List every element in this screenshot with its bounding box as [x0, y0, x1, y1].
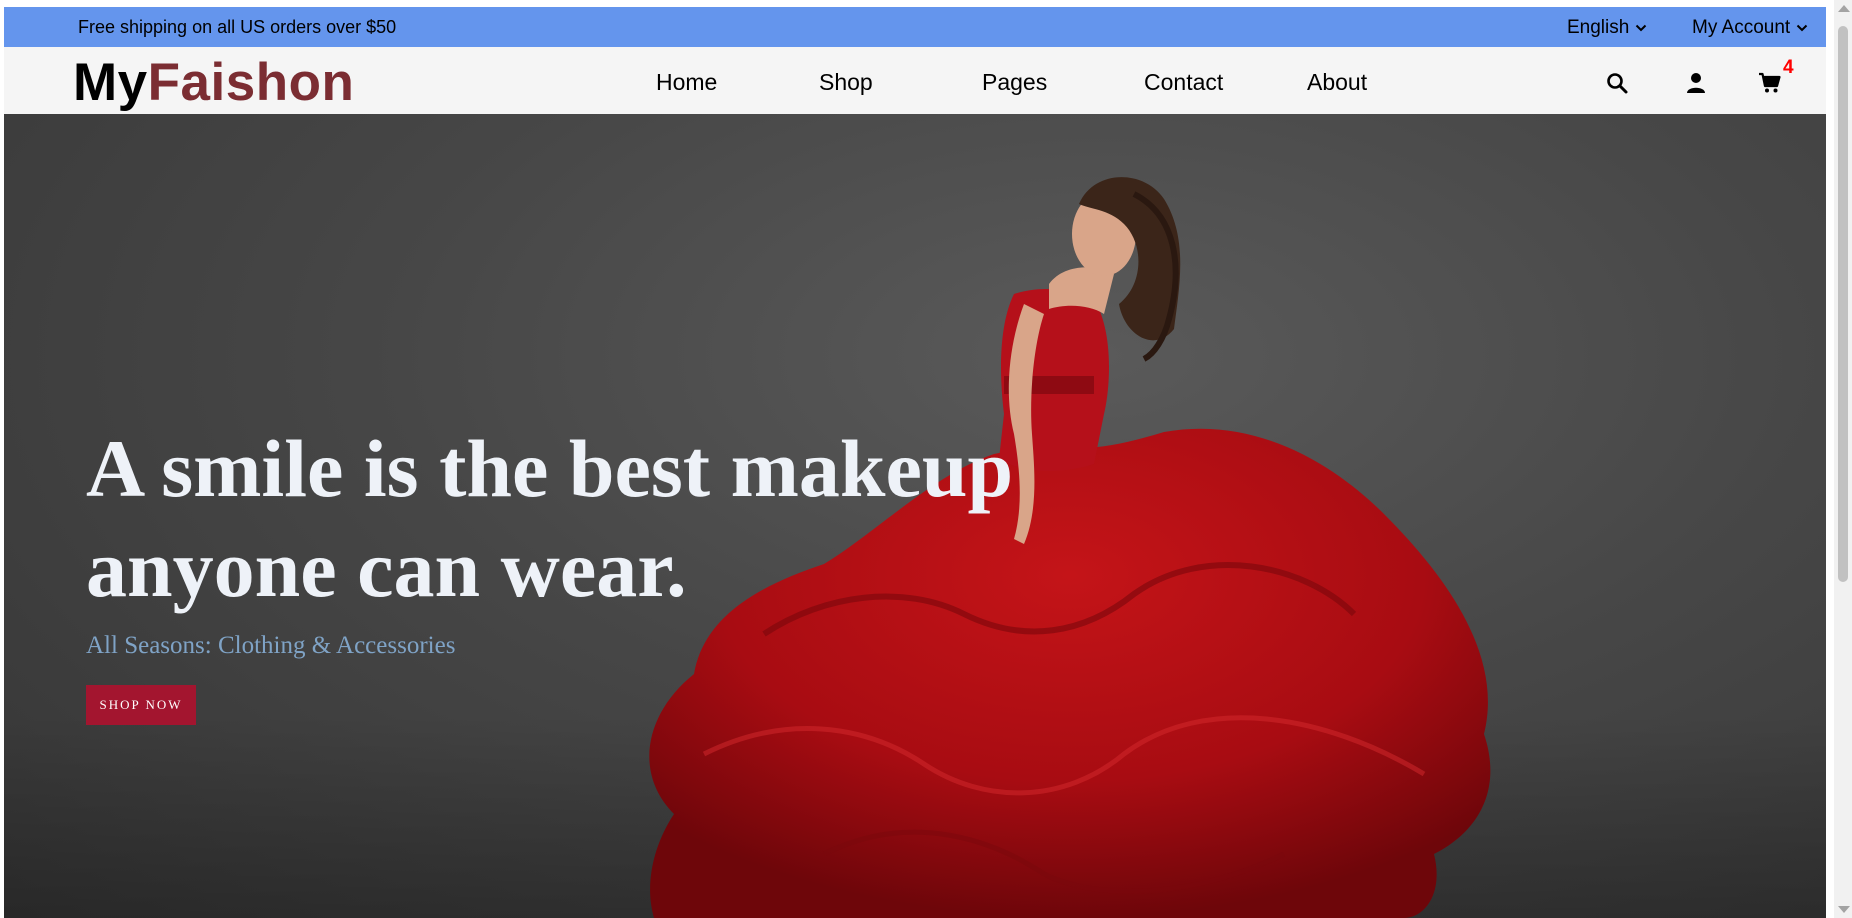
account-label: My Account [1692, 17, 1791, 38]
cart-icon[interactable] [1758, 71, 1782, 95]
nav-about[interactable]: About [1307, 69, 1367, 96]
user-icon[interactable] [1684, 71, 1708, 95]
search-icon[interactable] [1605, 71, 1629, 95]
chevron-down-icon [1797, 24, 1808, 32]
announcement-bar: Free shipping on all US orders over $50 … [4, 7, 1826, 47]
hero-subtitle: All Seasons: Clothing & Accessories [86, 632, 456, 659]
hero-headline-line1: A smile is the best makeup [86, 423, 1014, 514]
nav-pages[interactable]: Pages [982, 69, 1047, 96]
site-logo[interactable]: MyFaishon [73, 50, 354, 116]
cart-count-badge: 4 [1783, 57, 1794, 78]
shop-now-button[interactable]: SHOP NOW [86, 685, 196, 725]
nav-contact[interactable]: Contact [1144, 69, 1223, 96]
scroll-down-arrow-icon[interactable] [1838, 906, 1850, 913]
nav-shop[interactable]: Shop [819, 69, 873, 96]
hero-banner: A smile is the best makeup anyone can we… [4, 114, 1826, 918]
nav-home[interactable]: Home [656, 69, 717, 96]
site-header: MyFaishon Home Shop Pages Contact About … [4, 47, 1826, 114]
language-dropdown[interactable]: English [1567, 17, 1647, 39]
hero-headline-line2: anyone can wear. [86, 523, 687, 614]
hero-headline: A smile is the best makeup anyone can we… [86, 419, 1066, 619]
account-dropdown[interactable]: My Account [1692, 17, 1808, 39]
page-scrollbar[interactable] [1834, 0, 1852, 918]
language-label: English [1567, 17, 1630, 38]
logo-text-faishon: Faishon [147, 53, 355, 112]
scroll-up-arrow-icon[interactable] [1838, 5, 1850, 12]
shipping-notice: Free shipping on all US orders over $50 [78, 17, 397, 37]
logo-text-my: My [73, 53, 148, 112]
scrollbar-thumb[interactable] [1838, 26, 1848, 582]
page: Free shipping on all US orders over $50 … [4, 7, 1826, 918]
chevron-down-icon [1636, 24, 1647, 32]
